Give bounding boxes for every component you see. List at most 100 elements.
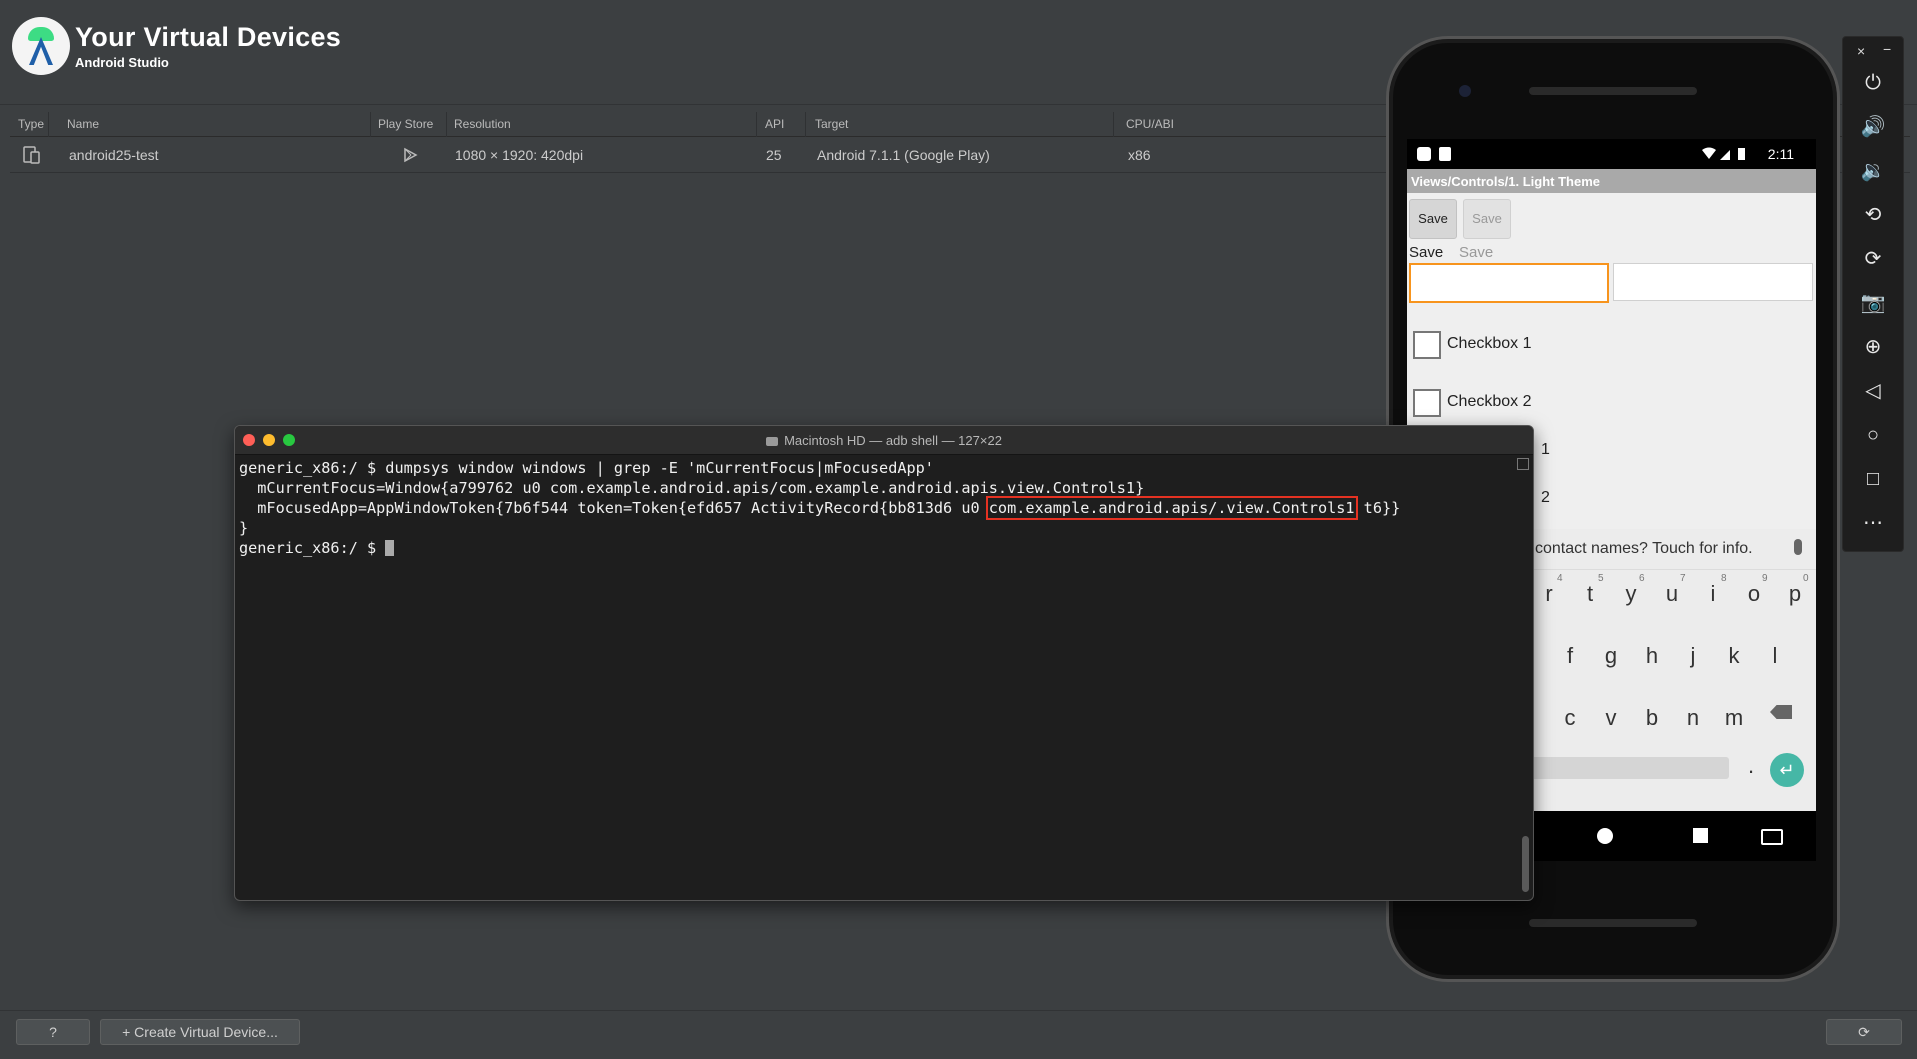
column-header-play-store[interactable]: Play Store	[378, 117, 433, 131]
phone-speaker	[1529, 87, 1697, 95]
suggestion-text: contact names? Touch for info.	[1535, 540, 1753, 557]
rotate-left-icon[interactable]: ⟲	[1843, 197, 1903, 233]
terminal-line: mCurrentFocus=Window{a799762 u0 com.exam…	[239, 479, 1145, 497]
key-g[interactable]: g	[1597, 643, 1625, 669]
column-header-resolution[interactable]: Resolution	[454, 117, 511, 131]
create-virtual-device-button[interactable]: + Create Virtual Device...	[100, 1019, 300, 1045]
microphone-icon[interactable]	[1794, 539, 1802, 555]
action-bar: Views/Controls/1. Light Theme	[1407, 169, 1816, 193]
overview-icon[interactable]	[1693, 828, 1708, 843]
radio-label-fragment: 1	[1541, 441, 1550, 458]
key-n[interactable]: n	[1679, 705, 1707, 731]
key-b[interactable]: b	[1638, 705, 1666, 731]
key-k[interactable]: k	[1720, 643, 1748, 669]
back-icon[interactable]: ◁	[1843, 373, 1903, 409]
terminal-text: t6}}	[1354, 499, 1401, 517]
key-m[interactable]: m	[1720, 705, 1748, 731]
key-period[interactable]: .	[1737, 753, 1765, 779]
keyboard-icon[interactable]	[1761, 829, 1783, 845]
screen-title: Views/Controls/1. Light Theme	[1411, 174, 1601, 189]
radio-label-fragment: 2	[1541, 489, 1550, 506]
key-p[interactable]: p	[1781, 581, 1809, 607]
terminal-line: mFocusedApp=AppWindowToken{7b6f544 token…	[239, 496, 1509, 520]
text-input[interactable]	[1613, 263, 1813, 301]
key-u[interactable]: u	[1658, 581, 1686, 607]
more-icon[interactable]: ⋯	[1843, 505, 1903, 541]
terminal-prompt: generic_x86:/ $	[239, 539, 386, 557]
rotate-right-icon[interactable]: ⟳	[1843, 241, 1903, 277]
front-camera	[1459, 85, 1471, 97]
minimize-icon[interactable]: −	[1883, 41, 1891, 57]
notification-icon	[1417, 147, 1431, 161]
terminal-titlebar[interactable]: Macintosh HD — adb shell — 127×22	[235, 426, 1533, 455]
device-resolution: 1080 × 1920: 420dpi	[455, 147, 584, 163]
terminal-output[interactable]: generic_x86:/ $ dumpsys window windows |…	[239, 458, 1509, 558]
refresh-icon[interactable]: ⟳	[1826, 1019, 1902, 1045]
volume-down-icon[interactable]: 🔉	[1843, 153, 1903, 189]
save-text: Save	[1409, 244, 1444, 261]
device-api: 25	[766, 147, 782, 163]
key-t[interactable]: t	[1576, 581, 1604, 607]
sd-card-icon	[1439, 147, 1451, 161]
emulator-toolbar: × − ⏻ 🔊 🔉 ⟲ ⟳ 📷 ⊕ ◁ ○ □ ⋯	[1842, 36, 1904, 552]
spacebar[interactable]	[1527, 757, 1729, 779]
terminal-title: Macintosh HD — adb shell — 127×22	[235, 433, 1533, 448]
key-l[interactable]: l	[1761, 643, 1789, 669]
android-studio-logo	[12, 17, 70, 75]
column-header-target[interactable]: Target	[815, 117, 848, 131]
checkbox-1[interactable]	[1413, 331, 1441, 359]
save-text-disabled: Save	[1459, 244, 1494, 261]
camera-icon[interactable]: 📷	[1843, 285, 1903, 321]
terminal-scrollbar[interactable]	[1522, 836, 1529, 892]
key-y[interactable]: y	[1617, 581, 1645, 607]
column-header-cpu-abi[interactable]: CPU/ABI	[1126, 117, 1174, 131]
page-subtitle: Android Studio	[75, 55, 169, 70]
compass-icon	[29, 37, 53, 65]
terminal-prompt-line[interactable]: generic_x86:/ $	[239, 538, 1509, 558]
checkbox-1-label: Checkbox 1	[1447, 335, 1532, 352]
checkbox-2[interactable]	[1413, 389, 1441, 417]
footer-divider	[0, 1010, 1917, 1011]
text-input-focused[interactable]	[1409, 263, 1609, 303]
close-icon[interactable]: ×	[1857, 43, 1865, 59]
checkbox-2-label: Checkbox 2	[1447, 393, 1532, 410]
page-title: Your Virtual Devices	[75, 22, 342, 52]
key-r[interactable]: r	[1535, 581, 1563, 607]
backspace-icon[interactable]	[1770, 705, 1792, 719]
help-button[interactable]: ?	[16, 1019, 90, 1045]
terminal-line: }	[239, 519, 249, 537]
terminal-window[interactable]: Macintosh HD — adb shell — 127×22 generi…	[234, 425, 1534, 901]
save-button[interactable]: Save	[1409, 199, 1457, 239]
column-header-type[interactable]: Type	[18, 117, 44, 131]
key-i[interactable]: i	[1699, 581, 1727, 607]
scroll-corner-icon	[1517, 458, 1529, 470]
terminal-line: generic_x86:/ $ dumpsys window windows |…	[239, 459, 934, 477]
signal-battery-icon	[1702, 147, 1745, 160]
key-v[interactable]: v	[1597, 705, 1625, 731]
zoom-icon[interactable]: ⊕	[1843, 329, 1903, 365]
home-icon[interactable]: ○	[1843, 417, 1903, 453]
volume-up-icon[interactable]: 🔊	[1843, 109, 1903, 145]
terminal-text: mFocusedApp=AppWindowToken{7b6f544 token…	[239, 499, 989, 517]
status-bar: 2:11	[1407, 139, 1816, 169]
device-name: android25-test	[69, 147, 159, 163]
home-icon[interactable]	[1597, 828, 1613, 844]
column-header-name[interactable]: Name	[67, 117, 99, 131]
device-cpu: x86	[1128, 147, 1151, 163]
overview-icon[interactable]: □	[1843, 461, 1903, 497]
phone-speaker-bottom	[1529, 919, 1697, 927]
device-target: Android 7.1.1 (Google Play)	[817, 147, 990, 163]
column-header-api[interactable]: API	[765, 117, 784, 131]
key-c[interactable]: c	[1556, 705, 1584, 731]
disk-icon	[766, 437, 779, 447]
highlighted-activity: com.example.android.apis/.view.Controls1	[985, 496, 1358, 520]
status-time: 2:11	[1767, 146, 1794, 162]
key-j[interactable]: j	[1679, 643, 1707, 669]
key-f[interactable]: f	[1556, 643, 1584, 669]
power-icon[interactable]: ⏻	[1843, 65, 1903, 101]
key-h[interactable]: h	[1638, 643, 1666, 669]
play-store-icon	[404, 147, 418, 163]
enter-key[interactable]: ↵	[1770, 753, 1804, 787]
key-o[interactable]: o	[1740, 581, 1768, 607]
terminal-cursor	[385, 540, 395, 556]
